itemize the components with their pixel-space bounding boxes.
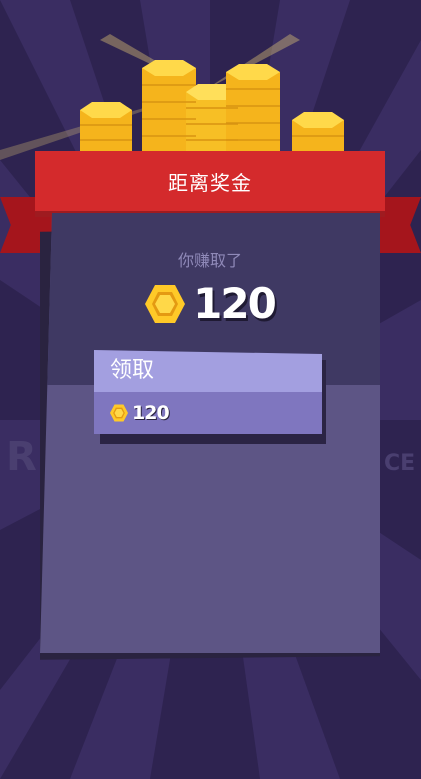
claim-coin-amount: 120 <box>132 402 170 424</box>
claim-reward-row: 120 <box>94 392 322 434</box>
earned-amount-row: 120 <box>40 279 380 328</box>
coin-icon <box>145 284 186 323</box>
earned-amount: 120 <box>193 279 277 328</box>
banner-title: 距离奖金 <box>35 151 385 217</box>
svg-text:CE: CE <box>384 451 415 476</box>
svg-text:R: R <box>6 434 37 480</box>
earned-label: 你赚取了 <box>177 251 242 270</box>
claim-button[interactable]: 领取 120 <box>94 350 322 434</box>
claim-button-label: 领取 <box>94 350 322 392</box>
coin-icon <box>110 404 128 422</box>
